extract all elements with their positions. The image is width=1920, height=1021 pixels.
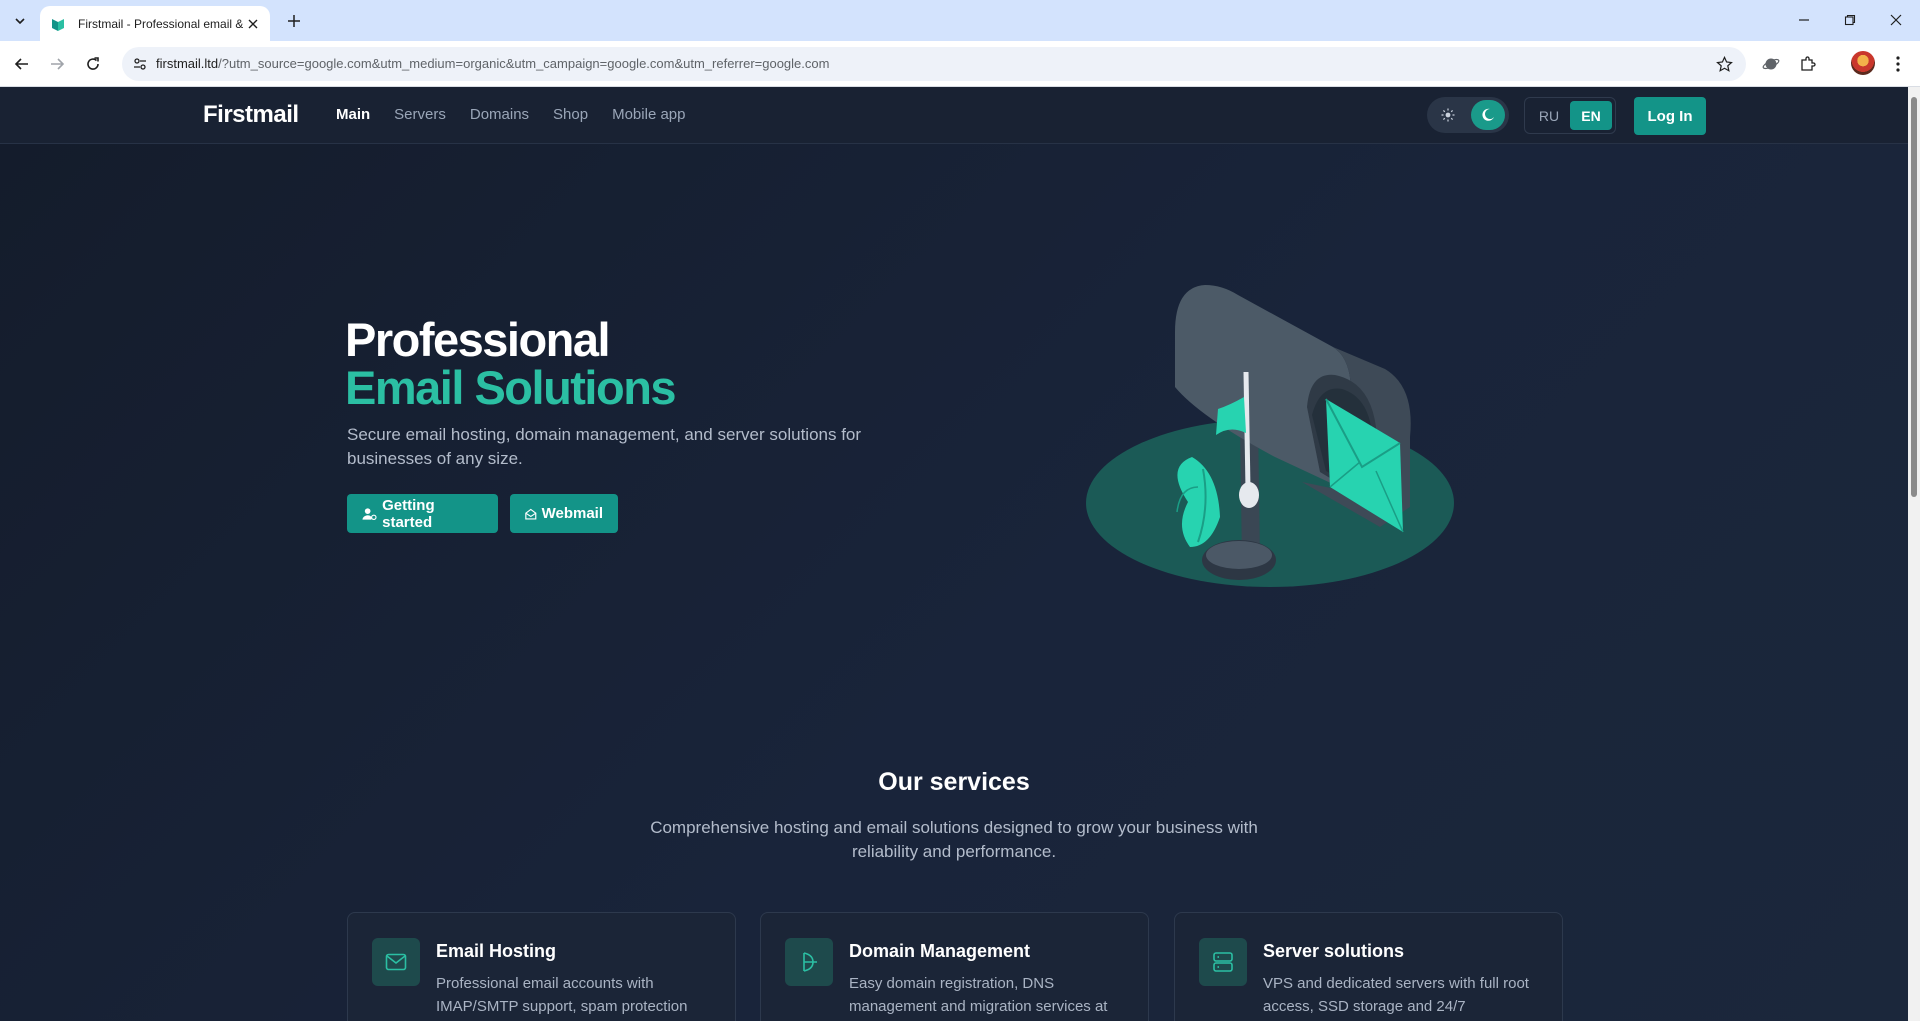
card-text: Professional email accounts with IMAP/SM… bbox=[436, 975, 688, 1015]
lang-ru-button[interactable]: RU bbox=[1528, 101, 1570, 130]
bookmark-star-icon[interactable] bbox=[1714, 54, 1734, 74]
tab-title: Firstmail - Professional email & bbox=[78, 16, 243, 31]
main-nav: Main Servers Domains Shop Mobile app bbox=[336, 106, 709, 123]
moon-icon[interactable] bbox=[1471, 100, 1505, 130]
hero-subtitle: Secure email hosting, domain management,… bbox=[347, 425, 862, 468]
browser-tab[interactable]: Firstmail - Professional email & bbox=[40, 6, 270, 41]
card-title: Email Hosting bbox=[436, 941, 557, 961]
server-icon bbox=[1199, 938, 1247, 986]
site-header: Firstmail Main Servers Domains Shop Mobi… bbox=[0, 87, 1908, 144]
new-tab-icon[interactable] bbox=[282, 9, 306, 33]
restore-icon[interactable] bbox=[1827, 6, 1873, 34]
close-tab-icon[interactable] bbox=[244, 15, 262, 33]
card-title: Domain Management bbox=[849, 941, 1031, 961]
minimize-icon[interactable] bbox=[1781, 6, 1827, 34]
profile-avatar[interactable] bbox=[1851, 51, 1875, 75]
nav-domains[interactable]: Domains bbox=[470, 106, 529, 123]
getting-started-label: Getting started bbox=[382, 496, 435, 531]
hero-title-line1: Professional bbox=[345, 313, 611, 366]
sun-icon[interactable] bbox=[1439, 106, 1457, 124]
mail-icon bbox=[372, 938, 420, 986]
card-title: Server solutions bbox=[1263, 941, 1405, 961]
extension-planet-icon[interactable] bbox=[1760, 53, 1782, 75]
getting-started-button[interactable]: Getting started bbox=[347, 494, 498, 533]
web-page: Firstmail Main Servers Domains Shop Mobi… bbox=[0, 87, 1908, 1021]
browser-toolbar: firstmail.ltd/?utm_source=google.com&utm… bbox=[0, 41, 1920, 87]
theme-toggle[interactable] bbox=[1427, 97, 1509, 133]
nav-shop[interactable]: Shop bbox=[553, 106, 588, 123]
extensions-puzzle-icon[interactable] bbox=[1797, 53, 1819, 75]
site-info-icon[interactable] bbox=[131, 55, 149, 73]
card-text: Easy domain registration, DNS management… bbox=[849, 975, 1108, 1015]
nav-mobile-app[interactable]: Mobile app bbox=[612, 106, 685, 123]
back-icon[interactable] bbox=[8, 50, 36, 78]
site-logo[interactable]: Firstmail bbox=[203, 101, 299, 129]
webmail-label: Webmail bbox=[541, 505, 603, 522]
mailbox-illustration bbox=[1086, 285, 1454, 587]
nav-main[interactable]: Main bbox=[336, 106, 370, 123]
nav-servers[interactable]: Servers bbox=[394, 106, 446, 123]
forward-icon[interactable] bbox=[43, 50, 71, 78]
reload-icon[interactable] bbox=[79, 50, 107, 78]
service-card-server-solutions[interactable]: Server solutions VPS and dedicated serve… bbox=[1174, 912, 1563, 1021]
user-gear-icon bbox=[362, 507, 377, 520]
url-host: firstmail.ltd bbox=[156, 56, 219, 71]
language-switcher: RU EN bbox=[1524, 97, 1616, 134]
webmail-button[interactable]: Webmail bbox=[510, 494, 618, 533]
login-button[interactable]: Log In bbox=[1634, 97, 1706, 135]
url-text: firstmail.ltd/?utm_source=google.com&utm… bbox=[156, 56, 829, 71]
card-text: VPS and dedicated servers with full root… bbox=[1263, 975, 1529, 1015]
firstmail-favicon-icon bbox=[52, 18, 64, 31]
tab-search-icon[interactable] bbox=[8, 9, 32, 33]
envelope-open-icon bbox=[525, 508, 537, 520]
address-bar[interactable]: firstmail.ltd/?utm_source=google.com&utm… bbox=[122, 47, 1746, 81]
browser-menu-icon[interactable] bbox=[1887, 53, 1909, 75]
service-card-email-hosting[interactable]: Email Hosting Professional email account… bbox=[347, 912, 736, 1021]
service-card-domain-management[interactable]: Domain Management Easy domain registrati… bbox=[760, 912, 1149, 1021]
scrollbar-thumb[interactable] bbox=[1911, 97, 1917, 497]
browser-tabstrip: Firstmail - Professional email & bbox=[0, 0, 1920, 41]
services-subtitle: Comprehensive hosting and email solution… bbox=[650, 818, 1258, 861]
page-scrollbar[interactable] bbox=[1908, 87, 1920, 1021]
hero-title-line2: Email Solutions bbox=[345, 361, 677, 414]
domain-icon bbox=[785, 938, 833, 986]
lang-en-button[interactable]: EN bbox=[1570, 101, 1612, 130]
close-window-icon[interactable] bbox=[1873, 6, 1919, 34]
url-path: /?utm_source=google.com&utm_medium=organ… bbox=[218, 56, 830, 71]
services-title: Our services bbox=[878, 768, 1030, 796]
